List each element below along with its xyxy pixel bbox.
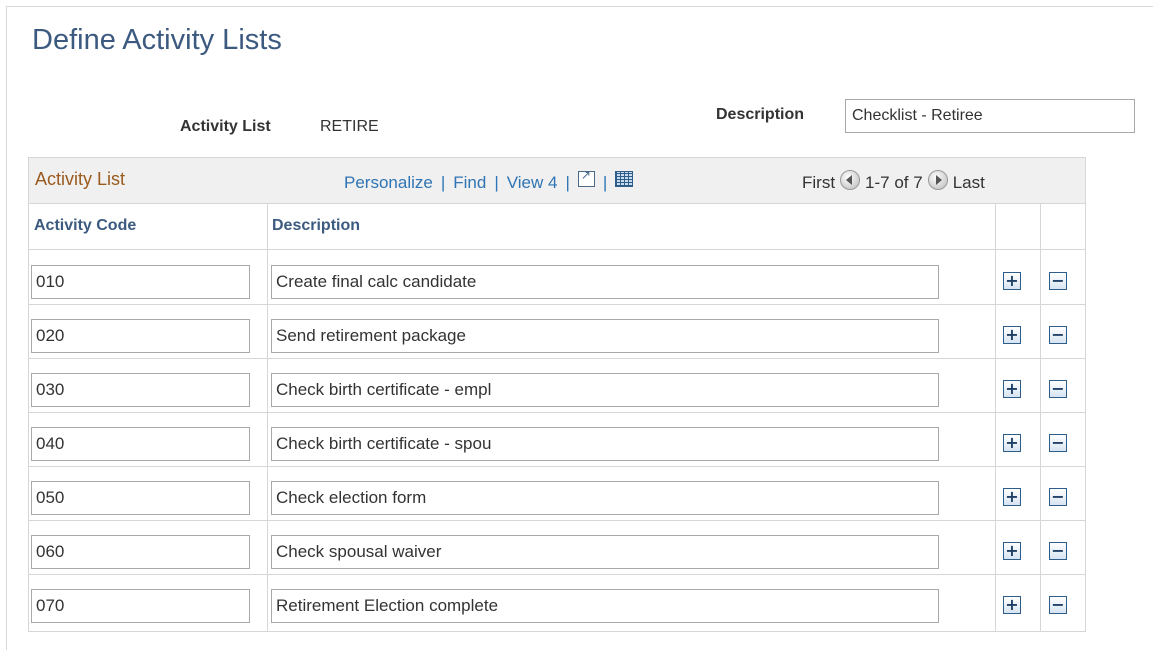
activity-description-input[interactable]	[271, 589, 939, 623]
next-icon[interactable]	[927, 170, 948, 190]
minus-icon[interactable]: −	[1049, 434, 1067, 452]
page-frame-left	[6, 6, 7, 650]
minus-icon[interactable]: −	[1049, 326, 1067, 344]
activity-code-input[interactable]	[31, 481, 250, 515]
plus-icon[interactable]: +	[1003, 434, 1021, 452]
activity-description-input[interactable]	[271, 427, 939, 461]
page-title: Define Activity Lists	[32, 24, 282, 56]
grid-nav: Personalize | Find | View 4 | |	[344, 168, 634, 193]
activity-code-input[interactable]	[31, 589, 250, 623]
activity-code-input[interactable]	[31, 265, 250, 299]
activity-description-input[interactable]	[271, 373, 939, 407]
nav-separator: |	[440, 173, 446, 192]
activity-description-input[interactable]	[271, 535, 939, 569]
activity-list-label: Activity List	[180, 118, 271, 135]
table-row: + −	[29, 304, 1085, 358]
activity-description-input[interactable]	[271, 265, 939, 299]
nav-separator: |	[494, 173, 499, 192]
table-row: + −	[29, 574, 1085, 628]
page-frame-top	[6, 6, 1153, 7]
description-field[interactable]	[845, 99, 1135, 133]
column-header-description[interactable]: Description	[272, 217, 360, 235]
activity-description-input[interactable]	[271, 481, 939, 515]
page-range: 1-7 of 7	[865, 173, 923, 192]
plus-icon[interactable]: +	[1003, 326, 1021, 344]
pager: First 1-7 of 7 Last	[802, 170, 985, 193]
table-row: + −	[29, 520, 1085, 574]
zoom-icon[interactable]	[577, 168, 595, 187]
column-headers: Activity Code Description	[29, 204, 1085, 250]
table-row: + −	[29, 358, 1085, 412]
view4-link[interactable]: View 4	[507, 173, 558, 193]
grid-header: Activity List Personalize | Find | View …	[29, 158, 1085, 204]
first-link[interactable]: First	[802, 173, 835, 193]
activity-description-input[interactable]	[271, 319, 939, 353]
table-row: + −	[29, 466, 1085, 520]
plus-icon[interactable]: +	[1003, 596, 1021, 614]
grid-icon[interactable]	[615, 171, 634, 187]
minus-icon[interactable]: −	[1049, 488, 1067, 506]
description-label: Description	[716, 106, 805, 123]
last-link[interactable]: Last	[953, 173, 985, 193]
table-row: + −	[29, 412, 1085, 466]
column-header-activity-code[interactable]: Activity Code	[34, 217, 136, 235]
plus-icon[interactable]: +	[1003, 380, 1021, 398]
personalize-link[interactable]: Personalize	[344, 173, 433, 193]
activity-list-grid: Activity List Personalize | Find | View …	[28, 157, 1086, 632]
activity-code-input[interactable]	[31, 319, 250, 353]
nav-separator: |	[565, 173, 570, 192]
plus-icon[interactable]: +	[1003, 488, 1021, 506]
find-link[interactable]: Find	[453, 173, 486, 193]
nav-separator: |	[602, 173, 608, 192]
plus-icon[interactable]: +	[1003, 542, 1021, 560]
activity-code-input[interactable]	[31, 427, 250, 461]
plus-icon[interactable]: +	[1003, 272, 1021, 290]
previous-icon[interactable]	[840, 170, 861, 190]
minus-icon[interactable]: −	[1049, 542, 1067, 560]
grid-title: Activity List	[35, 169, 126, 189]
activity-code-input[interactable]	[31, 373, 250, 407]
activity-code-input[interactable]	[31, 535, 250, 569]
minus-icon[interactable]: −	[1049, 596, 1067, 614]
table-row: + −	[29, 250, 1085, 304]
activity-list-value: RETIRE	[320, 118, 379, 135]
minus-icon[interactable]: −	[1049, 380, 1067, 398]
minus-icon[interactable]: −	[1049, 272, 1067, 290]
